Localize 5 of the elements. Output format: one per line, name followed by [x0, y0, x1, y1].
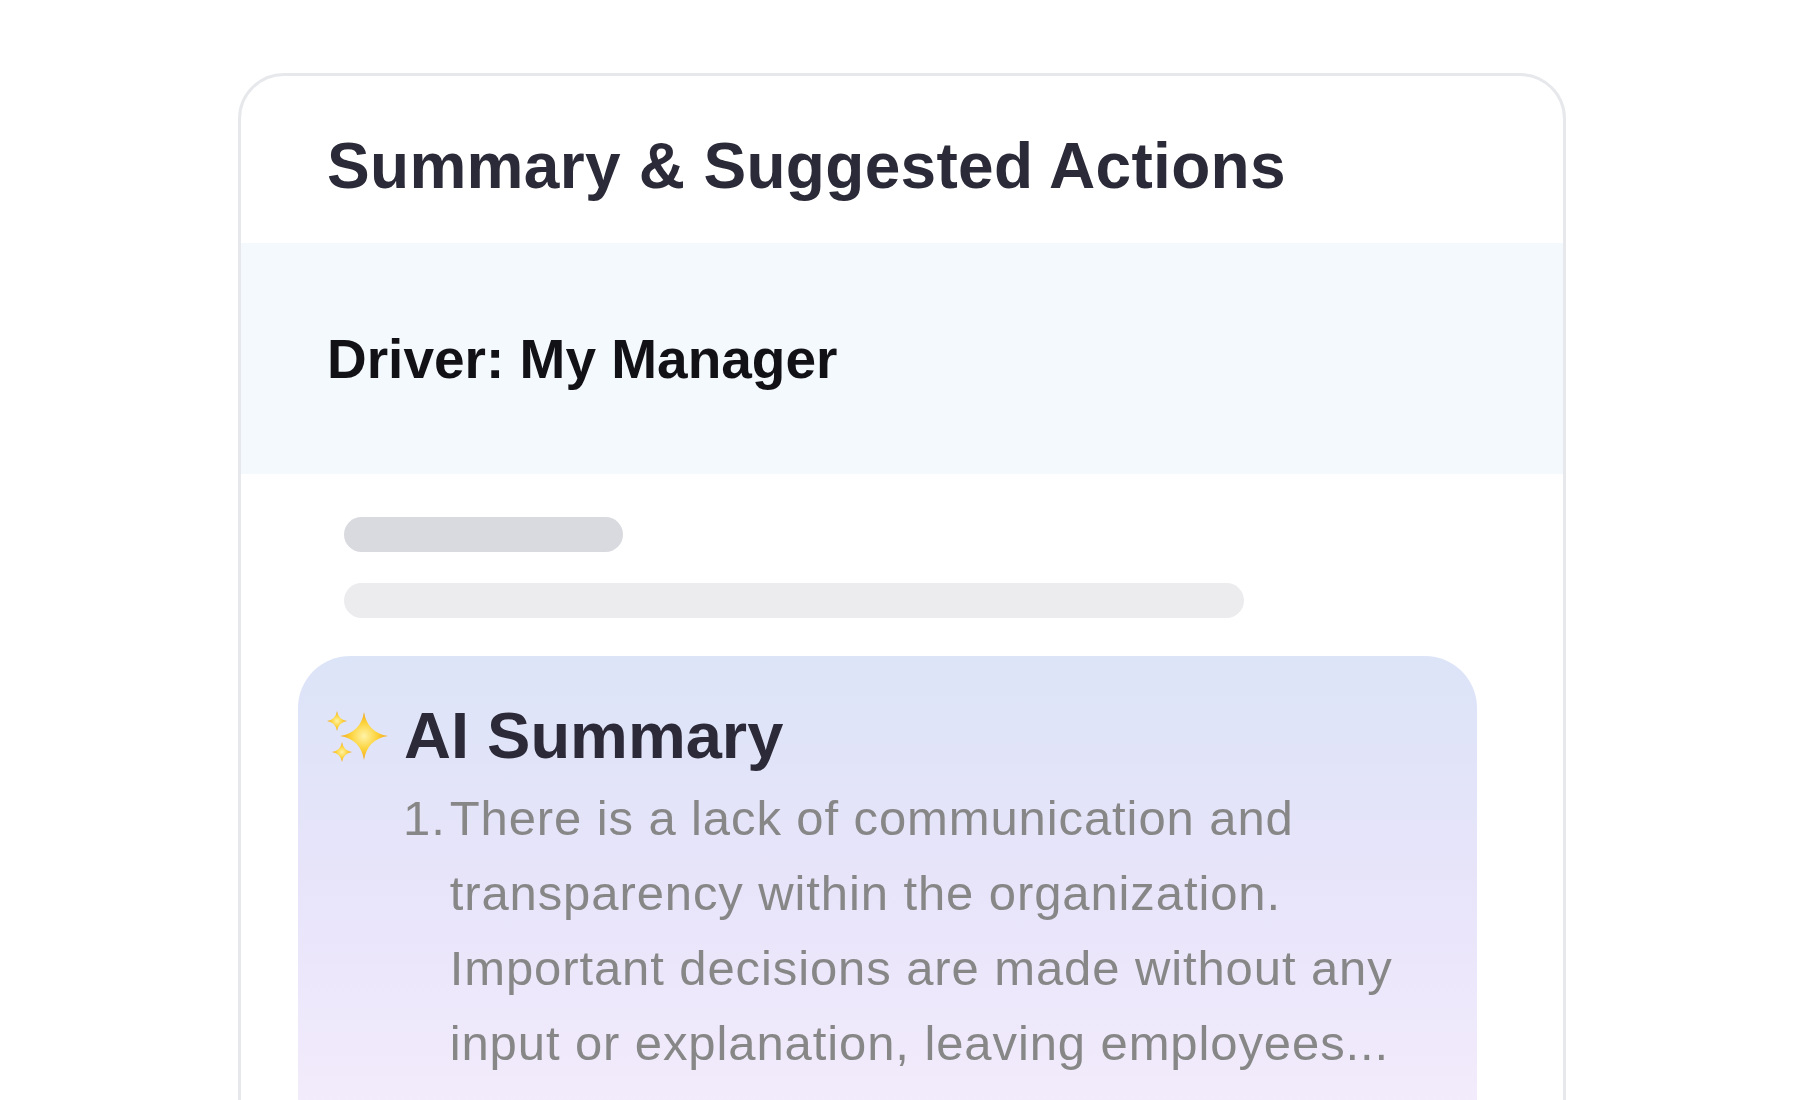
card-title: Summary & Suggested Actions [327, 128, 1286, 203]
ai-summary-title: AI Summary [404, 698, 784, 773]
summary-text: There is a lack of communication and transparency within the organization. Important decisions are made without any input or explanation, leaving employees... [449, 790, 1394, 1072]
driver-heading: Driver: My Manager [327, 326, 838, 391]
list-number: 1. [403, 790, 446, 847]
